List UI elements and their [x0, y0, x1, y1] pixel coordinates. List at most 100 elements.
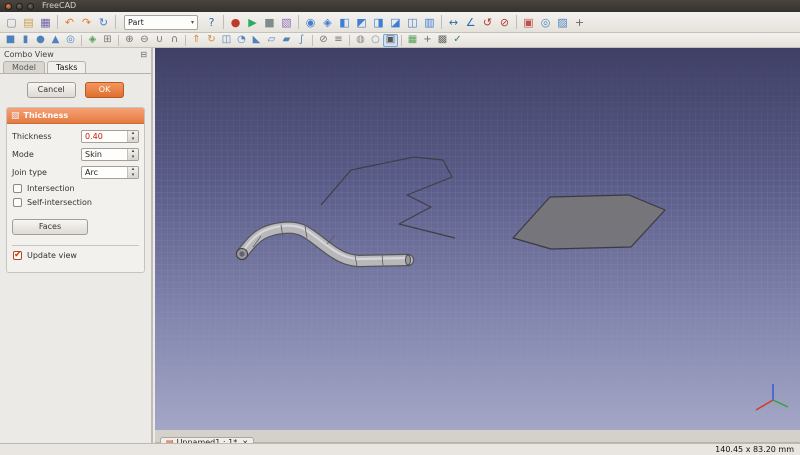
- toolbar-separator: [57, 15, 58, 29]
- measure-refresh-icon[interactable]: ↺: [479, 14, 496, 31]
- part-box-icon[interactable]: ■: [3, 34, 18, 47]
- redo-icon[interactable]: ↷: [78, 14, 95, 31]
- intersection-checkbox[interactable]: [13, 184, 22, 193]
- combo-view-title: Combo View: [4, 50, 54, 59]
- 3d-viewport[interactable]: [155, 48, 800, 430]
- view-isometric-icon[interactable]: ◈: [319, 14, 336, 31]
- thickness-value[interactable]: 0.40: [82, 131, 127, 142]
- refresh-icon[interactable]: ↻: [95, 14, 112, 31]
- part-check-geometry-icon[interactable]: ✓: [450, 34, 465, 47]
- tab-tasks[interactable]: Tasks: [47, 61, 87, 73]
- part-cone-icon[interactable]: ▲: [48, 34, 63, 47]
- view-fit-all-icon[interactable]: ◉: [302, 14, 319, 31]
- part-extrude-icon[interactable]: ⇑: [189, 34, 204, 47]
- document-open-icon[interactable]: ▤: [20, 14, 37, 31]
- macro-play-icon[interactable]: ▶: [244, 14, 261, 31]
- self-intersection-checkbox[interactable]: [13, 198, 22, 207]
- thickness-input[interactable]: 0.40 ▴ ▾: [81, 130, 139, 143]
- toolbar-separator: [298, 15, 299, 29]
- thickness-taskbox-header[interactable]: ▧ Thickness: [7, 108, 144, 124]
- measure-linear-icon[interactable]: ↔: [445, 14, 462, 31]
- thickness-label: Thickness: [12, 132, 52, 141]
- update-view-checkbox[interactable]: [13, 250, 22, 260]
- macro-edit-icon[interactable]: ▧: [278, 14, 295, 31]
- whats-this-icon[interactable]: ?: [203, 14, 220, 31]
- toggle-visibility-icon[interactable]: ◎: [537, 14, 554, 31]
- view-left-icon[interactable]: ▥: [421, 14, 438, 31]
- part-defeaturing-icon[interactable]: ▩: [435, 34, 450, 47]
- join-type-dropdown-icon[interactable]: ▴ ▾: [127, 167, 138, 178]
- macro-stop-icon[interactable]: ■: [261, 14, 278, 31]
- view-rear-icon[interactable]: ◪: [387, 14, 404, 31]
- toolbar-separator: [185, 34, 186, 46]
- part-union-icon[interactable]: ∪: [152, 34, 167, 47]
- part-intersection-icon[interactable]: ∩: [167, 34, 182, 47]
- self-intersection-option: Self-intersection: [13, 198, 139, 207]
- part-shape-builder-icon[interactable]: ⊞: [100, 34, 115, 47]
- view-front-icon[interactable]: ◧: [336, 14, 353, 31]
- join-type-select[interactable]: Arc ▴ ▾: [81, 166, 139, 179]
- macro-record-icon[interactable]: ●: [227, 14, 244, 31]
- part-mirror-icon[interactable]: ◫: [219, 34, 234, 47]
- part-simple-copy-icon[interactable]: ▣: [520, 14, 537, 31]
- mode-value[interactable]: Skin: [82, 149, 127, 160]
- part-torus-icon[interactable]: ◎: [63, 34, 78, 47]
- window-maximize-button[interactable]: [27, 2, 34, 10]
- task-divider: [12, 245, 139, 246]
- float-panel-icon[interactable]: ⊟: [140, 50, 147, 59]
- workbench-selector[interactable]: Part ▾: [124, 14, 198, 30]
- part-ruled-surface-icon[interactable]: ▱: [264, 34, 279, 47]
- part-chamfer-icon[interactable]: ◣: [249, 34, 264, 47]
- intersection-label: Intersection: [27, 184, 75, 193]
- document-tabbar: ▤ Unnamed1 : 1* ✕: [155, 430, 800, 449]
- dimension-readout: 140.45 x 83.20 mm: [715, 445, 794, 454]
- tab-model[interactable]: Model: [3, 61, 46, 73]
- view-right-icon[interactable]: ◨: [370, 14, 387, 31]
- faces-button[interactable]: Faces: [12, 219, 88, 235]
- part-revolve-icon[interactable]: ↻: [204, 34, 219, 47]
- undo-icon[interactable]: ↶: [61, 14, 78, 31]
- part-cut-icon[interactable]: ⊖: [137, 34, 152, 47]
- part-cylinder-icon[interactable]: ▮: [18, 34, 33, 47]
- thickness-taskbox-title: Thickness: [23, 111, 69, 120]
- part-sweep-icon[interactable]: ∫: [294, 34, 309, 47]
- toolbar-separator: [349, 34, 350, 46]
- viewport-canvas[interactable]: [155, 48, 800, 430]
- set-appearance-icon[interactable]: ▨: [554, 14, 571, 31]
- part-thickness-icon[interactable]: ▣: [383, 33, 398, 47]
- document-new-icon[interactable]: ▢: [3, 14, 20, 31]
- part-section-icon[interactable]: ⊘: [316, 34, 331, 47]
- toolbar-separator: [223, 15, 224, 29]
- window-close-button[interactable]: [5, 2, 12, 10]
- view-top-icon[interactable]: ◩: [353, 14, 370, 31]
- measure-angular-icon[interactable]: ∠: [462, 14, 479, 31]
- spinner-arrows-icon[interactable]: ▴ ▾: [127, 131, 138, 142]
- self-intersection-label: Self-intersection: [27, 198, 92, 207]
- part-offset-2d-icon[interactable]: ○: [368, 34, 383, 47]
- toolbar-separator: [516, 15, 517, 29]
- document-save-icon[interactable]: ▦: [37, 14, 54, 31]
- part-sphere-icon[interactable]: ●: [33, 34, 48, 47]
- mode-select[interactable]: Skin ▴ ▾: [81, 148, 139, 161]
- task-panel: Cancel OK ▧ Thickness Thickness 0.40 ▴▾: [0, 74, 151, 278]
- update-view-label: Update view: [27, 251, 77, 260]
- join-type-value[interactable]: Arc: [82, 167, 127, 178]
- mode-dropdown-icon[interactable]: ▴ ▾: [127, 149, 138, 160]
- part-create-primitives-icon[interactable]: ◈: [85, 34, 100, 47]
- combo-view-header: Combo View ⊟: [0, 48, 151, 60]
- part-attachment-icon[interactable]: +: [420, 34, 435, 47]
- part-cross-sections-icon[interactable]: ≡: [331, 34, 346, 47]
- cancel-button[interactable]: Cancel: [26, 82, 76, 98]
- mode-row: Mode Skin ▴ ▾: [12, 148, 139, 161]
- part-fillet-icon[interactable]: ◔: [234, 34, 249, 47]
- window-minimize-button[interactable]: [16, 2, 23, 10]
- combo-view-tabs: Model Tasks: [0, 60, 151, 74]
- part-loft-icon[interactable]: ▰: [279, 34, 294, 47]
- part-offset-3d-icon[interactable]: ◍: [353, 34, 368, 47]
- part-boolean-icon[interactable]: ⊕: [122, 34, 137, 47]
- view-bottom-icon[interactable]: ◫: [404, 14, 421, 31]
- ok-button[interactable]: OK: [84, 82, 125, 98]
- measure-clear-icon[interactable]: ⊘: [496, 14, 513, 31]
- part-projection-icon[interactable]: ▦: [405, 34, 420, 47]
- edit-placement-icon[interactable]: +: [571, 14, 588, 31]
